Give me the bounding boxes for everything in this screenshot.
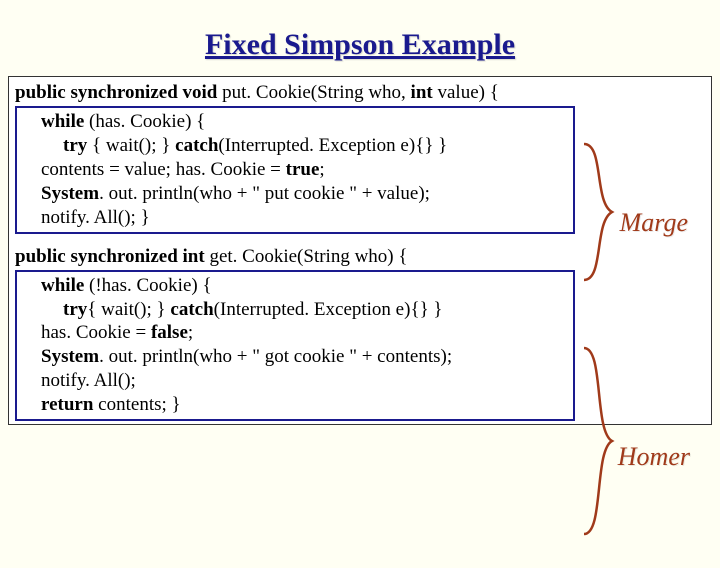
get-while-rest: (!has. Cookie) { [84,275,211,296]
page-title: Fixed Simpson Example [0,28,720,62]
put-try-mid: { wait(); } [87,135,175,156]
kw-system: System [41,346,99,367]
put-assign: contents = value; has. Cookie = true; [19,158,569,182]
kw-catch: catch [175,135,218,156]
kw-system: System [41,183,99,204]
kw-return: return [41,394,93,415]
put-signature: public synchronized void put. Cookie(Str… [15,81,705,105]
put-while-rest: (has. Cookie) { [84,111,205,132]
get-try-mid: { wait(); } [87,299,170,320]
kw-while: while [41,111,84,132]
kw-try: try [63,135,87,156]
get-try: try{ wait(); } catch(Interrupted. Except… [19,298,569,322]
put-sig-post: value) { [433,82,499,103]
kw-public-sync-void: public synchronized void [15,82,217,103]
get-assign: has. Cookie = false; [19,321,569,345]
get-assign-post: ; [188,322,193,343]
get-println-rest: . out. println(who + " got cookie " + co… [99,346,452,367]
spacer [15,235,705,245]
annotation-homer: Homer [618,442,690,472]
put-notify: notify. All(); } [19,206,569,230]
get-sig-mid: get. Cookie(String who) { [205,246,408,267]
annotation-marge: Marge [620,208,688,238]
code-block: public synchronized void put. Cookie(Str… [15,81,705,421]
kw-int: int [411,82,433,103]
put-try: try { wait(); } catch(Interrupted. Excep… [19,134,569,158]
kw-catch: catch [170,299,213,320]
get-while: while (!has. Cookie) { [19,274,569,298]
put-while: while (has. Cookie) { [19,110,569,134]
get-assign-pre: has. Cookie = [41,322,151,343]
put-println: System. out. println(who + " put cookie … [19,182,569,206]
get-return-rest: contents; } [93,394,180,415]
kw-try: try [63,299,87,320]
kw-false: false [151,322,188,343]
kw-true: true [286,159,320,180]
put-println-rest: . out. println(who + " put cookie " + va… [99,183,430,204]
put-assign-post: ; [319,159,324,180]
get-catch-rest: (Interrupted. Exception e){} } [214,299,443,320]
get-body-box: while (!has. Cookie) { try{ wait(); } ca… [15,270,575,422]
put-assign-pre: contents = value; has. Cookie = [41,159,286,180]
put-sig-mid: put. Cookie(String who, [217,82,410,103]
kw-public-sync-int: public synchronized int [15,246,205,267]
get-println: System. out. println(who + " got cookie … [19,345,569,369]
put-catch-rest: (Interrupted. Exception e){} } [218,135,447,156]
put-body-box: while (has. Cookie) { try { wait(); } ca… [15,106,575,234]
get-signature: public synchronized int get. Cookie(Stri… [15,245,705,269]
code-container: public synchronized void put. Cookie(Str… [8,76,712,425]
kw-while: while [41,275,84,296]
get-return: return contents; } [19,393,569,417]
get-notify: notify. All(); [19,369,569,393]
